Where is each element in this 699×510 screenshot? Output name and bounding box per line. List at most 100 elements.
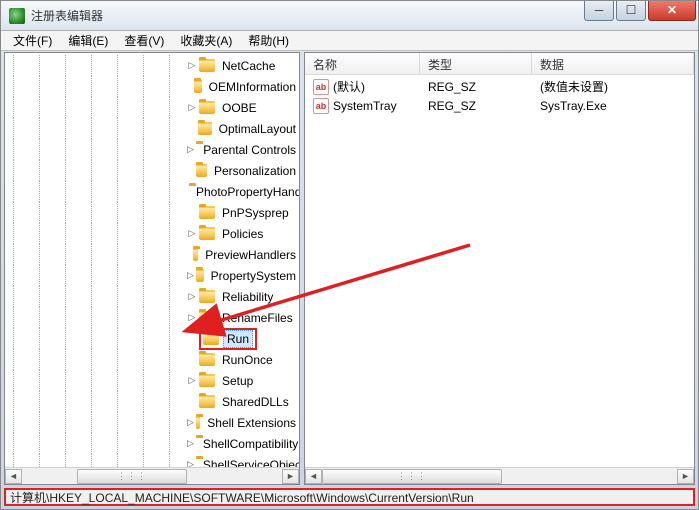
tree-item[interactable]: ▷Setup [5, 370, 299, 391]
expander-icon[interactable] [187, 82, 192, 92]
folder-icon [199, 206, 215, 219]
scroll-left-button[interactable]: ◄ [305, 469, 322, 484]
tree-item[interactable]: ▷ NetCache [5, 55, 299, 76]
folder-icon [199, 59, 215, 72]
tree-hscrollbar[interactable]: ◄ ⋮⋮⋮ ► [5, 467, 299, 484]
values-list[interactable]: ab(默认)REG_SZ(数值未设置)abSystemTrayREG_SZSys… [305, 75, 694, 115]
list-header[interactable]: 名称 类型 数据 [305, 53, 694, 75]
folder-icon [196, 416, 200, 429]
tree-item[interactable]: ▷ Reliability [5, 286, 299, 307]
menu-view[interactable]: 查看(V) [116, 30, 172, 51]
tree-item[interactable]: ▷ Policies [5, 223, 299, 244]
tree-item-label: PropertySystem [208, 268, 299, 284]
string-value-icon: ab [313, 79, 329, 95]
menu-help[interactable]: 帮助(H) [240, 30, 297, 51]
menu-edit[interactable]: 编辑(E) [60, 30, 116, 51]
tree-item[interactable]: PreviewHandlers [5, 244, 299, 265]
expander-icon[interactable]: ▷ [187, 460, 194, 468]
expander-icon[interactable]: ▷ [187, 292, 197, 302]
selected-highlight: Run [199, 328, 257, 350]
tree-item-label: OEMInformation [206, 79, 299, 95]
tree-item[interactable]: OptimalLayout [5, 118, 299, 139]
expander-icon[interactable] [187, 124, 196, 134]
scroll-thumb[interactable]: ⋮⋮⋮ [322, 469, 502, 484]
expander-icon[interactable] [187, 355, 197, 365]
expander-icon[interactable]: ▷ [187, 271, 194, 281]
folder-icon [198, 122, 212, 135]
menu-favorites[interactable]: 收藏夹(A) [172, 30, 240, 51]
tree-item[interactable]: PhotoPropertyHandl [5, 181, 299, 202]
list-hscrollbar[interactable]: ◄ ⋮⋮⋮ ► [305, 467, 694, 484]
expander-icon[interactable] [187, 250, 191, 260]
expander-icon[interactable]: ▷ [187, 61, 197, 71]
tree-item[interactable]: OEMInformation [5, 76, 299, 97]
tree-item-label: ShellServiceObjectDe [200, 457, 299, 468]
tree-item[interactable]: ▷Parental Controls [5, 139, 299, 160]
tree-item-label: Shell Extensions [204, 415, 299, 431]
window-frame: 注册表编辑器 ─ ☐ ✕ 文件(F) 编辑(E) 查看(V) 收藏夹(A) 帮助… [0, 0, 699, 510]
tree-item[interactable]: ▷ Shell Extensions [5, 412, 299, 433]
expander-icon[interactable]: ▷ [187, 103, 197, 113]
tree-item[interactable]: ▷ RenameFiles [5, 307, 299, 328]
value-name: (默认) [333, 78, 365, 95]
tree-item-label: NetCache [219, 58, 278, 74]
folder-icon [199, 101, 215, 114]
statusbar-path: 计算机\HKEY_LOCAL_MACHINE\SOFTWARE\Microsof… [10, 489, 474, 506]
tree-item-label: OOBE [219, 100, 260, 116]
tree-item[interactable]: ▷ ShellServiceObjectDe [5, 454, 299, 467]
expander-icon[interactable] [187, 166, 194, 176]
expander-icon[interactable]: ▷ [187, 313, 197, 323]
folder-icon [194, 80, 202, 93]
tree-item[interactable]: PnPSysprep [5, 202, 299, 223]
menubar: 文件(F) 编辑(E) 查看(V) 收藏夹(A) 帮助(H) [1, 31, 698, 51]
tree-item[interactable]: SharedDLLs [5, 391, 299, 412]
expander-icon[interactable] [187, 334, 197, 344]
tree-item-label: ShellCompatibility [200, 436, 299, 452]
folder-icon [196, 164, 207, 177]
tree-item-label: PreviewHandlers [202, 247, 299, 263]
expander-icon[interactable]: ▷ [187, 376, 197, 386]
list-row[interactable]: ab(默认)REG_SZ(数值未设置) [305, 77, 694, 96]
value-type: REG_SZ [420, 99, 532, 113]
titlebar[interactable]: 注册表编辑器 ─ ☐ ✕ [1, 1, 698, 31]
expander-icon[interactable] [187, 397, 197, 407]
tree-item-label: SharedDLLs [219, 394, 292, 410]
expander-icon[interactable]: ▷ [187, 439, 194, 449]
scroll-right-button[interactable]: ► [677, 469, 694, 484]
registry-tree[interactable]: ▷ NetCache OEMInformation ▷ OOBE OptimalLayou… [5, 53, 299, 467]
regedit-icon [9, 8, 25, 24]
value-data: (数值未设置) [532, 78, 694, 95]
expander-icon[interactable] [187, 208, 197, 218]
tree-item[interactable]: Run [5, 328, 299, 349]
scroll-thumb[interactable]: ⋮⋮⋮ [77, 469, 187, 484]
tree-item[interactable]: Personalization [5, 160, 299, 181]
tree-panel: ▷ NetCache OEMInformation ▷ OOBE OptimalLayou… [4, 52, 300, 485]
folder-icon [199, 227, 215, 240]
col-type[interactable]: 类型 [420, 53, 532, 74]
tree-item[interactable]: RunOnce [5, 349, 299, 370]
menu-file[interactable]: 文件(F) [5, 30, 60, 51]
expander-icon[interactable]: ▷ [187, 229, 197, 239]
col-name[interactable]: 名称 [305, 53, 420, 74]
tree-item[interactable]: ▷ ShellCompatibility [5, 433, 299, 454]
scroll-right-button[interactable]: ► [282, 469, 299, 484]
tree-item-label: Reliability [219, 289, 276, 305]
folder-icon [199, 311, 215, 324]
list-row[interactable]: abSystemTrayREG_SZSysTray.Exe [305, 96, 694, 115]
tree-item-label: RenameFiles [219, 310, 296, 326]
tree-item-label: PnPSysprep [219, 205, 292, 221]
expander-icon[interactable]: ▷ [187, 418, 194, 428]
tree-item-label: Policies [219, 226, 266, 242]
values-panel: 名称 类型 数据 ab(默认)REG_SZ(数值未设置)abSystemTray… [304, 52, 695, 485]
folder-icon [199, 353, 215, 366]
value-data: SysTray.Exe [532, 99, 694, 113]
tree-item[interactable]: ▷ OOBE [5, 97, 299, 118]
folder-icon [199, 374, 215, 387]
col-data[interactable]: 数据 [532, 53, 694, 74]
minimize-button[interactable]: ─ [584, 1, 614, 21]
expander-icon[interactable]: ▷ [187, 145, 194, 155]
maximize-button[interactable]: ☐ [616, 1, 646, 21]
tree-item[interactable]: ▷ PropertySystem [5, 265, 299, 286]
close-button[interactable]: ✕ [648, 1, 696, 21]
scroll-left-button[interactable]: ◄ [5, 469, 22, 484]
